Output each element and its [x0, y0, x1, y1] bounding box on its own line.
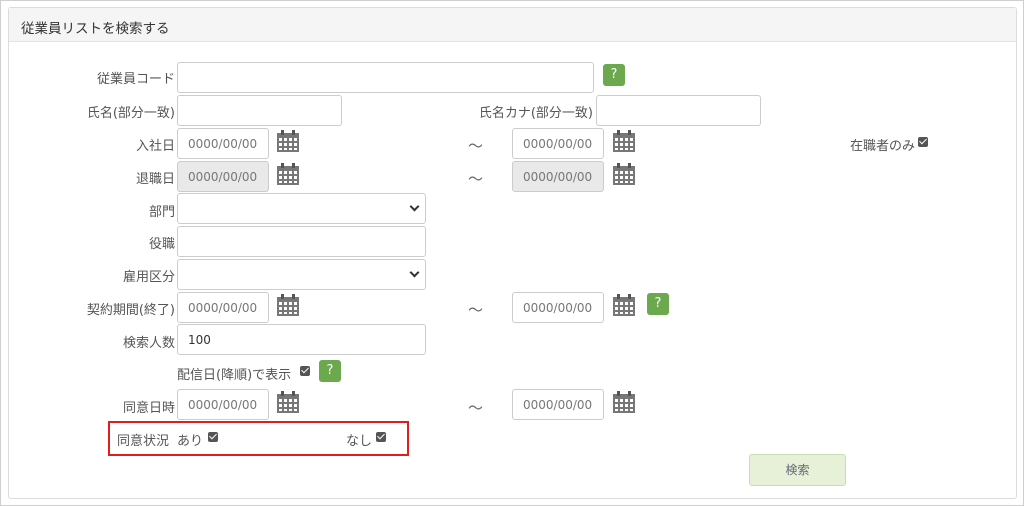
employment-type-label: 雇用区分	[122, 270, 175, 285]
contract-end-to-input[interactable]	[512, 292, 604, 323]
department-select[interactable]	[177, 193, 426, 224]
retire-date-from-input[interactable]	[177, 161, 269, 192]
contract-end-range-separator: ～	[468, 301, 484, 319]
consent-date-label: 同意日時	[122, 401, 175, 416]
calendar-icon[interactable]	[276, 129, 300, 153]
consent-status-label: 同意状況	[117, 434, 170, 449]
search-count-input[interactable]	[177, 324, 426, 355]
chevron-down-icon	[409, 201, 420, 212]
position-label: 役職	[148, 237, 175, 252]
name-label: 氏名(部分一致)	[86, 106, 175, 121]
contract-end-help-button[interactable]: ?	[647, 293, 669, 315]
calendar-icon[interactable]	[612, 162, 636, 186]
join-date-from-input[interactable]	[177, 128, 269, 159]
join-date-range-separator: ～	[468, 137, 484, 155]
calendar-icon[interactable]	[276, 390, 300, 414]
calendar-icon[interactable]	[276, 293, 300, 317]
employee-code-help-button[interactable]: ?	[603, 64, 625, 86]
name-input[interactable]	[177, 95, 342, 126]
consent-no-checkbox[interactable]	[376, 432, 386, 442]
retire-date-label: 退職日	[135, 172, 175, 187]
search-button[interactable]: 検索	[749, 454, 846, 486]
in-office-only-checkbox[interactable]	[918, 137, 928, 147]
department-label: 部門	[148, 205, 175, 220]
chevron-down-icon	[409, 267, 420, 278]
calendar-icon[interactable]	[612, 129, 636, 153]
consent-date-from-input[interactable]	[177, 389, 269, 420]
calendar-icon[interactable]	[276, 162, 300, 186]
join-date-to-input[interactable]	[512, 128, 604, 159]
consent-yes-checkbox[interactable]	[208, 432, 218, 442]
employee-code-label: 従業員コード	[96, 72, 175, 87]
employee-code-input[interactable]	[177, 62, 594, 93]
delivery-sort-help-button[interactable]: ?	[319, 360, 341, 382]
join-date-label: 入社日	[135, 139, 175, 154]
calendar-icon[interactable]	[612, 390, 636, 414]
calendar-icon[interactable]	[612, 293, 636, 317]
consent-date-to-input[interactable]	[512, 389, 604, 420]
search-count-label: 検索人数	[122, 336, 175, 351]
delivery-sort-label: 配信日(降順)で表示	[177, 368, 292, 383]
name-kana-input[interactable]	[596, 95, 761, 126]
delivery-sort-checkbox[interactable]	[300, 366, 310, 376]
consent-date-range-separator: ～	[468, 399, 484, 417]
employment-type-select[interactable]	[177, 259, 426, 290]
consent-no-label: なし	[346, 434, 373, 449]
position-input[interactable]	[177, 226, 426, 257]
in-office-only-label: 在職者のみ	[849, 139, 915, 154]
contract-end-from-input[interactable]	[177, 292, 269, 323]
panel-title: 従業員リストを検索する	[9, 8, 1016, 42]
name-kana-label: 氏名カナ(部分一致)	[478, 106, 593, 121]
retire-date-range-separator: ～	[468, 170, 484, 188]
contract-end-label: 契約期間(終了)	[86, 303, 175, 318]
consent-yes-label: あり	[177, 434, 204, 449]
retire-date-to-input[interactable]	[512, 161, 604, 192]
